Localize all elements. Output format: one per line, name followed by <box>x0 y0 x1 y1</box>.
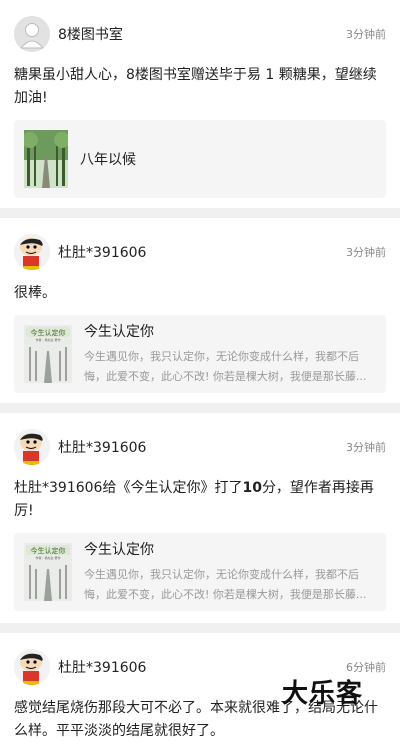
book-cover-title: 今生认定你 <box>31 328 66 337</box>
book-info: 今生认定你 今生遇见你，我只认定你，无论你变成什么样，我都不后悔，此爱不变，此心… <box>84 539 376 605</box>
timestamp: 3分钟前 <box>346 246 386 259</box>
comment-card: 杜肚*391606 3分钟前 很棒。 今生认定你 作者：杨先生 著作 今生认定你… <box>0 218 400 403</box>
timestamp: 3分钟前 <box>346 441 386 454</box>
default-user-icon <box>14 16 50 52</box>
comment-header: 杜肚*391606 3分钟前 <box>14 232 386 272</box>
comment-card: 8楼图书室 3分钟前 糖果虽小甜人心，8楼图书室赠送毕于易 1 颗糖果，望继续加… <box>0 0 400 208</box>
book-cover-image <box>24 130 68 188</box>
username[interactable]: 杜肚*391606 <box>58 437 346 457</box>
username[interactable]: 杜肚*391606 <box>58 242 346 262</box>
book-title[interactable]: 今生认定你 <box>84 539 376 559</box>
avatar[interactable] <box>14 649 50 685</box>
book-title[interactable]: 八年以候 <box>80 149 376 169</box>
username[interactable]: 8楼图书室 <box>58 24 346 44</box>
comment-card: 杜肚*391606 3分钟前 杜肚*391606给《今生认定你》打了10分，望作… <box>0 413 400 623</box>
book-cover-author: 作者：杨先生 著作 <box>36 337 61 342</box>
comment-header: 杜肚*391606 3分钟前 <box>14 427 386 467</box>
book-description: 今生遇见你，我只认定你，无论你变成什么样，我都不后悔，此爱不变，此心不改! 你若… <box>84 568 367 601</box>
watermark-logo: 大乐客 <box>282 679 364 708</box>
book-description: 今生遇见你，我只认定你，无论你变成什么样，我都不后悔，此爱不变，此心不改! 你若… <box>84 350 367 383</box>
cartoon-boy-icon <box>14 234 50 270</box>
cartoon-boy-icon <box>14 649 50 685</box>
avatar[interactable] <box>14 429 50 465</box>
book-cover-title: 今生认定你 <box>31 546 66 555</box>
cartoon-boy-icon <box>14 429 50 465</box>
comment-header: 8楼图书室 3分钟前 <box>14 14 386 54</box>
comment-text: 糖果虽小甜人心，8楼图书室赠送毕于易 1 颗糖果，望继续加油! <box>14 67 377 106</box>
book-info: 今生认定你 今生遇见你，我只认定你，无论你变成什么样，我都不后悔，此爱不变，此心… <box>84 321 376 387</box>
book-cover-image: 今生认定你 作者：杨先生 著作 <box>24 543 72 601</box>
rating-score: 10 <box>242 480 262 496</box>
book-title[interactable]: 今生认定你 <box>84 321 376 341</box>
avatar[interactable] <box>14 234 50 270</box>
book-card[interactable]: 今生认定你 作者：杨先生 著作 今生认定你 今生遇见你，我只认定你，无论你变成什… <box>14 533 386 611</box>
avatar[interactable] <box>14 16 50 52</box>
comment-text-part: 杜肚*391606给《今生认定你》打了 <box>14 480 243 496</box>
comment-text: 很棒。 <box>14 285 56 301</box>
book-card[interactable]: 八年以候 <box>14 120 386 198</box>
book-cover-author: 作者：杨先生 著作 <box>36 555 61 560</box>
book-info: 八年以候 <box>80 149 376 169</box>
timestamp: 3分钟前 <box>346 28 386 41</box>
book-cover-image: 今生认定你 作者：杨先生 著作 <box>24 325 72 383</box>
book-card[interactable]: 今生认定你 作者：杨先生 著作 今生认定你 今生遇见你，我只认定你，无论你变成什… <box>14 315 386 393</box>
comment-text: 杜肚*391606给《今生认定你》打了10分，望作者再接再厉! <box>14 477 386 523</box>
